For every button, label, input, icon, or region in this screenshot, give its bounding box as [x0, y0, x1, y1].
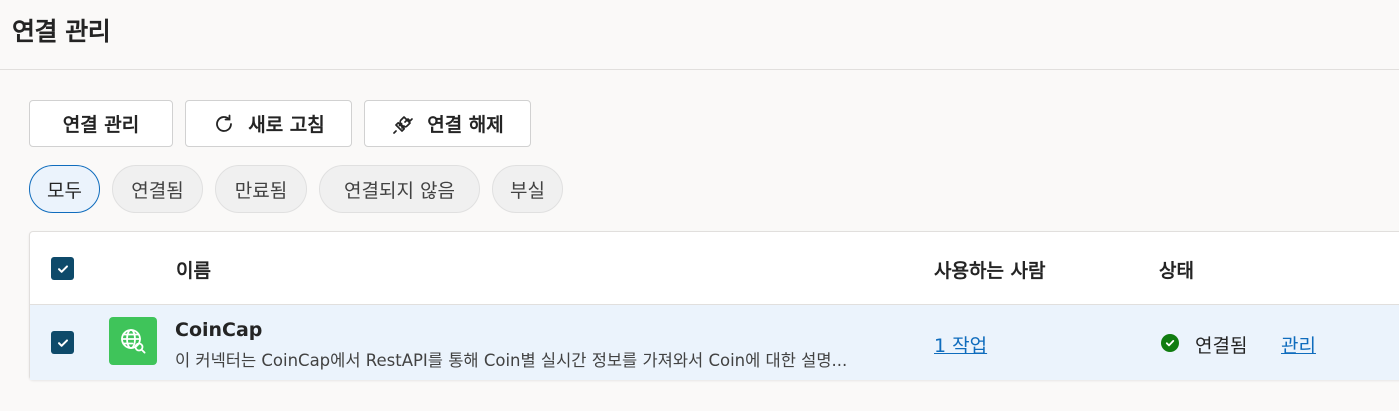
checkmark-icon	[57, 264, 68, 273]
select-all-checkbox[interactable]	[51, 257, 74, 280]
column-header-used-by[interactable]: 사용하는 사람	[934, 256, 1046, 283]
manage-link[interactable]: 관리	[1281, 331, 1316, 358]
disconnect-button[interactable]: 연결 해제	[364, 100, 531, 147]
row-checkbox[interactable]	[51, 331, 74, 354]
connections-table: 이름 사용하는 사람 상태 CoinCap 이 커넥터는 CoinCap에서 R…	[29, 231, 1399, 380]
filter-not-connected[interactable]: 연결되지 않음	[319, 165, 480, 213]
connection-description: 이 커넥터는 CoinCap에서 RestAPI를 통해 Coin별 실시간 정…	[175, 351, 848, 370]
filter-stale[interactable]: 부실	[492, 165, 563, 213]
used-by-link[interactable]: 1 작업	[934, 331, 987, 358]
column-header-name[interactable]: 이름	[176, 256, 211, 283]
status-connected-icon	[1161, 334, 1179, 352]
table-row[interactable]: CoinCap 이 커넥터는 CoinCap에서 RestAPI를 통해 Coi…	[30, 305, 1399, 380]
toolbar: 연결 관리 새로 고침 연결 해제	[29, 100, 531, 147]
filter-expired[interactable]: 만료됨	[215, 165, 307, 213]
page-header: 연결 관리	[0, 0, 1399, 70]
checkmark-icon	[57, 338, 68, 347]
refresh-icon	[212, 112, 236, 136]
manage-connections-label: 연결 관리	[62, 114, 140, 136]
connection-name[interactable]: CoinCap	[175, 319, 262, 341]
filter-connected[interactable]: 연결됨	[112, 165, 203, 213]
manage-connections-button[interactable]: 연결 관리	[29, 100, 173, 147]
table-header: 이름 사용하는 사람 상태	[30, 232, 1399, 305]
refresh-button[interactable]: 새로 고침	[185, 100, 352, 147]
globe-search-icon	[121, 329, 146, 354]
filter-all[interactable]: 모두	[29, 165, 100, 213]
page-title: 연결 관리	[12, 17, 111, 46]
refresh-label: 새로 고침	[248, 114, 325, 136]
status-text: 연결됨	[1195, 335, 1248, 357]
column-header-status[interactable]: 상태	[1159, 256, 1194, 283]
disconnect-label: 연결 해제	[427, 114, 504, 136]
connector-app-icon	[109, 317, 157, 365]
plug-disconnected-icon	[391, 112, 415, 136]
filter-pills: 모두 연결됨 만료됨 연결되지 않음 부실	[29, 165, 563, 213]
